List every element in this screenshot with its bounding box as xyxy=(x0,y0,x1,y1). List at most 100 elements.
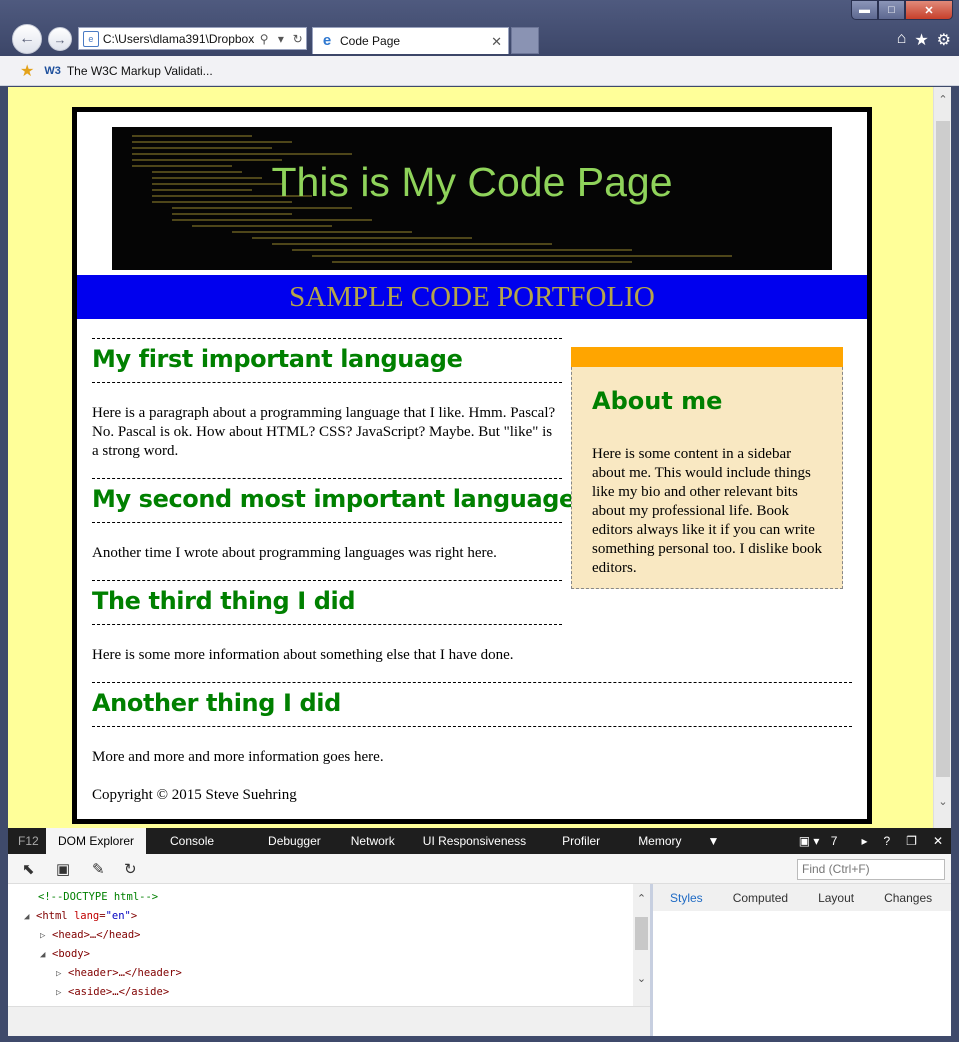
window-frame-right xyxy=(951,87,959,828)
dom-explorer-toolbar: ⬉ ▣ ✎ ↻ Find (Ctrl+F) xyxy=(8,854,951,884)
star-icon[interactable]: ★ xyxy=(914,30,928,50)
close-devtools-icon[interactable]: ✕ xyxy=(925,834,951,848)
favorites-star-icon[interactable]: ★ xyxy=(20,61,34,81)
scroll-down-icon[interactable]: ⌄ xyxy=(633,972,650,985)
section-divider xyxy=(92,382,562,383)
back-arrow-icon: ← xyxy=(19,30,35,47)
aside-tag: <aside>…</aside> xyxy=(68,986,170,998)
home-icon[interactable]: ⌂ xyxy=(897,30,907,50)
select-element-icon[interactable]: ⬉ xyxy=(22,860,35,878)
sidebar-heading: About me xyxy=(592,387,723,415)
section-paragraph: Another time I wrote about programming l… xyxy=(92,545,497,561)
refresh-icon[interactable]: ↻ xyxy=(289,32,306,46)
scrollbar-thumb[interactable] xyxy=(936,121,950,777)
color-picker-icon[interactable]: ✎ xyxy=(92,860,105,878)
section-heading: My second most important language xyxy=(92,485,575,513)
tab-dom-explorer[interactable]: DOM Explorer xyxy=(46,828,147,854)
dom-node-header[interactable]: ▷ <header>…</header> xyxy=(56,964,182,983)
dom-scrollbar-thumb[interactable] xyxy=(635,917,648,950)
breadcrumb-bar xyxy=(8,1006,650,1036)
favorites-bar: ★ W3 The W3C Markup Validati... xyxy=(0,56,959,86)
devtools-tab-bar: F12 DOM Explorer Console Debugger Networ… xyxy=(8,828,951,854)
sidebar-about: About me Here is some content in a sideb… xyxy=(571,347,843,589)
favorite-link-w3c[interactable]: The W3C Markup Validati... xyxy=(67,64,213,78)
dom-node-head[interactable]: ▷ <head>…</head> xyxy=(40,926,141,945)
tab-changes[interactable]: Changes xyxy=(867,891,945,905)
collapsed-triangle-icon[interactable]: ▷ xyxy=(56,965,68,984)
refresh-dom-icon[interactable]: ↻ xyxy=(124,860,137,878)
collapsed-triangle-icon[interactable]: ▷ xyxy=(56,984,68,1003)
browser-tools: ⌂ ★ ⚙ xyxy=(897,30,951,50)
collapsed-triangle-icon[interactable]: ▷ xyxy=(40,927,52,946)
address-text[interactable]: C:\Users\dlama391\Dropbox xyxy=(103,32,256,46)
forward-button[interactable]: → xyxy=(48,27,72,51)
body-tag: <body> xyxy=(52,948,90,960)
scroll-down-icon[interactable]: ⌄ xyxy=(934,793,952,811)
undock-icon[interactable]: ❐ xyxy=(898,834,925,848)
console-toggle-icon[interactable]: ▸ xyxy=(853,834,875,848)
dom-node-aside[interactable]: ▷ <aside>…</aside> xyxy=(56,983,169,1002)
gear-icon[interactable]: ⚙ xyxy=(937,30,951,50)
section-divider xyxy=(92,682,852,683)
tab-memory[interactable]: Memory xyxy=(624,828,695,854)
find-input[interactable]: Find (Ctrl+F) xyxy=(797,859,945,880)
forward-arrow-icon: → xyxy=(53,31,67,47)
section-divider xyxy=(92,478,562,479)
page-viewport: This is My Code Page SAMPLE CODE PORTFOL… xyxy=(8,87,933,828)
tab-console[interactable]: Console xyxy=(146,828,244,854)
tab-close-icon[interactable]: ✕ xyxy=(491,34,502,50)
dom-scrollbar[interactable]: ⌃ ⌄ xyxy=(633,884,650,1006)
section-divider xyxy=(92,338,562,339)
expanded-triangle-icon[interactable]: ◢ xyxy=(24,908,36,927)
emulation-version: 7 xyxy=(830,834,838,848)
tab-ui-responsiveness[interactable]: UI Responsiveness xyxy=(409,828,548,854)
w3c-icon: W3 xyxy=(44,64,61,77)
styles-pane-tabs: Styles Computed Layout Changes xyxy=(653,884,951,911)
f12-label: F12 xyxy=(18,834,39,848)
maximize-button[interactable]: □ xyxy=(878,0,905,20)
window-controls: ▬ □ ✕ xyxy=(851,0,953,20)
dom-node-body[interactable]: ◢ <body> xyxy=(40,945,90,964)
window-frame-left xyxy=(0,87,8,1036)
head-tag: <head>…</head> xyxy=(52,929,141,941)
new-tab-button[interactable] xyxy=(511,27,539,54)
minimize-button[interactable]: ▬ xyxy=(851,0,878,20)
back-button[interactable]: ← xyxy=(12,24,42,54)
section-divider xyxy=(92,726,852,727)
dom-node-html[interactable]: ◢ <html lang="en"> xyxy=(24,907,137,926)
tab-code-page[interactable]: e Code Page ✕ xyxy=(312,27,509,54)
section-divider xyxy=(92,624,562,625)
close-button[interactable]: ✕ xyxy=(905,0,953,20)
section-paragraph: More and more and more information goes … xyxy=(92,749,384,765)
devtools-controls: ▣ ▾ 7 ▸ ? ❐ ✕ xyxy=(791,828,951,854)
sidebar-accent-bar xyxy=(571,347,843,367)
footer-copyright: Copyright © 2015 Steve Suehring xyxy=(92,787,297,803)
section-heading: Another thing I did xyxy=(92,689,341,717)
address-bar[interactable]: e C:\Users\dlama391\Dropbox ⚲ ▾ ↻ xyxy=(78,27,307,50)
ie-logo-icon: e xyxy=(322,32,332,49)
tab-layout[interactable]: Layout xyxy=(801,891,867,905)
header-tag: <header>…</header> xyxy=(68,967,182,979)
dom-node-doctype[interactable]: <!--DOCTYPE html--> xyxy=(38,888,158,907)
tab-debugger[interactable]: Debugger xyxy=(244,828,337,854)
tab-profiler[interactable]: Profiler xyxy=(548,828,624,854)
expanded-triangle-icon[interactable]: ◢ xyxy=(40,946,52,965)
tab-styles[interactable]: Styles xyxy=(653,891,716,905)
section-paragraph: Here is some more information about some… xyxy=(92,647,514,663)
search-icon[interactable]: ⚲ xyxy=(256,32,273,46)
help-icon[interactable]: ? xyxy=(875,834,898,848)
title-bar: ▬ □ ✕ ← → e C:\Users\dlama391\Dropbox ⚲ … xyxy=(0,0,959,56)
highlight-box-icon[interactable]: ▣ xyxy=(56,860,70,878)
tab-network[interactable]: Network xyxy=(337,828,409,854)
page-container: This is My Code Page SAMPLE CODE PORTFOL… xyxy=(72,107,872,824)
tab-computed[interactable]: Computed xyxy=(716,891,801,905)
section-paragraph: Here is a paragraph about a programming … xyxy=(92,405,556,459)
scroll-up-icon[interactable]: ⌃ xyxy=(633,892,650,905)
portfolio-subtitle: SAMPLE CODE PORTFOLIO xyxy=(77,275,867,319)
more-tabs-icon[interactable]: ▼ xyxy=(696,828,732,854)
dropdown-icon[interactable]: ▾ xyxy=(272,32,289,46)
developer-tools: F12 DOM Explorer Console Debugger Networ… xyxy=(8,828,951,1036)
scroll-up-icon[interactable]: ⌃ xyxy=(934,91,952,109)
emulation-icon[interactable]: ▣ ▾ 7 xyxy=(791,834,854,848)
page-scrollbar[interactable]: ⌃ ⌄ xyxy=(933,87,951,828)
